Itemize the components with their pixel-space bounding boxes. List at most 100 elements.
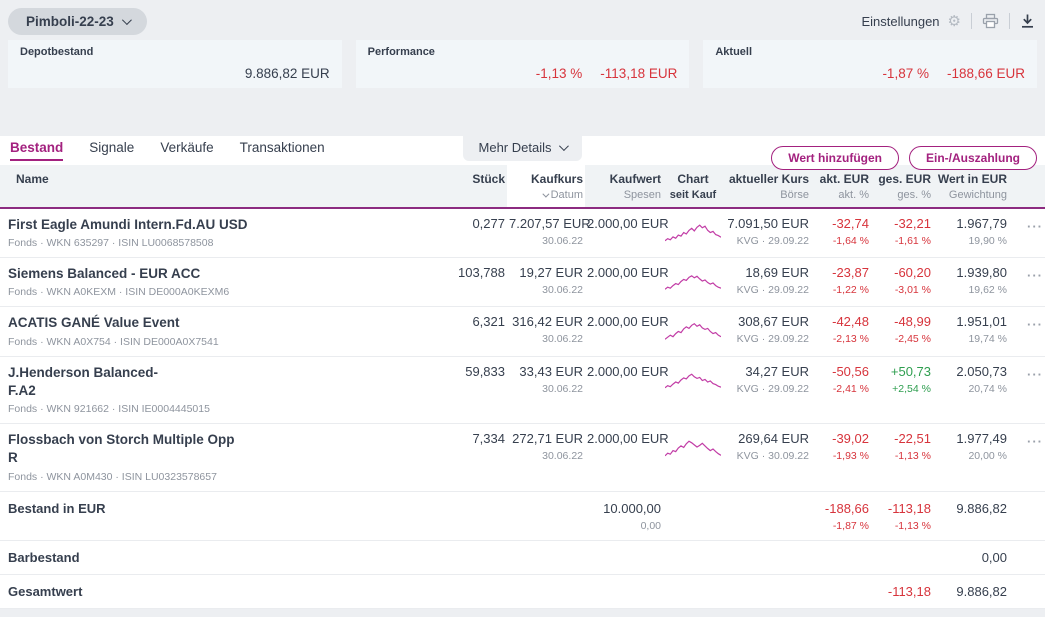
ges-pct-value: -1,13 % [873, 450, 931, 462]
column-header-ges[interactable]: ges. EUR ges. % [871, 165, 933, 207]
depot-balance-label: Depotbestand [20, 46, 330, 58]
footer-wert-sum: 9.886,82 [935, 501, 1007, 516]
download-icon [1020, 13, 1035, 29]
boerse-info: KVG · 29.09.22 [725, 284, 809, 296]
footer-row-gesamtwert: Gesamtwert -113,18 9.886,82 [0, 575, 1045, 609]
kaufwert-value: 2.000,00 EUR [587, 265, 661, 280]
column-header-stueck[interactable]: Stück [433, 165, 507, 207]
tab-bestand[interactable]: Bestand [10, 136, 63, 161]
boerse-info: KVG · 29.09.22 [725, 333, 809, 345]
akt-eur-value: -23,87 [813, 265, 869, 280]
aktuell-label: Aktuell [715, 46, 1025, 58]
summary-cards: Depotbestand 9.886,82 EUR Performance -1… [0, 40, 1045, 88]
akt-pct-value: -2,41 % [813, 383, 869, 395]
ges-eur-value: -60,20 [873, 265, 931, 280]
kaufkurs-value: 19,27 EUR [509, 265, 583, 280]
boerse-info: KVG · 29.09.22 [725, 383, 809, 395]
column-header-name[interactable]: Name [0, 165, 433, 207]
stueck-value: 59,833 [435, 364, 505, 379]
kauf-datum: 30.06.22 [509, 235, 583, 247]
stueck-value: 7,334 [435, 431, 505, 446]
footer-row-barbestand: Barbestand 0,00 [0, 541, 1045, 575]
table-row[interactable]: Siemens Balanced - EUR ACC Fonds · WKN A… [0, 258, 1045, 307]
sparkline-chart[interactable] [663, 431, 723, 482]
add-value-button[interactable]: Wert hinzufügen [771, 146, 899, 170]
akt-pct-value: -1,64 % [813, 235, 869, 247]
table-row[interactable]: First Eagle Amundi Intern.Fd.AU USD Fond… [0, 209, 1045, 258]
stueck-value: 6,321 [435, 314, 505, 329]
divider [971, 13, 972, 29]
sparkline-chart[interactable] [663, 314, 723, 347]
tab-verkaeufe[interactable]: Verkäufe [160, 136, 213, 161]
footer-row-bestand: Bestand in EUR 10.000,00 0,00 -188,66 -1… [0, 492, 1045, 541]
fund-meta: Fonds · WKN 635297 · ISIN LU0068578508 [8, 237, 431, 249]
ges-pct-value: -1,61 % [873, 235, 931, 247]
print-button[interactable] [982, 13, 999, 29]
akt-eur-value: -50,56 [813, 364, 869, 379]
akt-pct-value: -2,13 % [813, 333, 869, 345]
wert-value: 1.967,79 [935, 216, 1007, 231]
row-menu-button[interactable]: ··· [1027, 364, 1043, 381]
column-header-kurs[interactable]: aktueller Kurs Börse [723, 165, 811, 207]
table-row[interactable]: ACATIS GANÉ Value Event Fonds · WKN A0X7… [0, 307, 1045, 356]
boerse-info: KVG · 30.09.22 [725, 450, 809, 462]
row-menu-button[interactable]: ··· [1027, 431, 1043, 448]
payment-button[interactable]: Ein-/Auszahlung [909, 146, 1037, 170]
fund-name[interactable]: J.Henderson Balanced- F.A2 [8, 364, 431, 400]
kaufkurs-value: 7.207,57 EUR [509, 216, 583, 231]
footer-akt-pct-sum: -1,87 % [813, 520, 869, 532]
sparkline-chart[interactable] [663, 364, 723, 415]
ges-pct-value: -2,45 % [873, 333, 931, 345]
fund-name[interactable]: First Eagle Amundi Intern.Fd.AU USD [8, 216, 431, 234]
fund-name[interactable]: Flossbach von Storch Multiple Opp R [8, 431, 431, 467]
portfolio-selector[interactable]: Pimboli-22-23 [8, 8, 147, 35]
ges-eur-value: -32,21 [873, 216, 931, 231]
portfolio-name: Pimboli-22-23 [26, 14, 114, 29]
main-panel: Mehr Details Wert hinzufügen Ein-/Auszah… [0, 136, 1045, 609]
aktueller-kurs-value: 269,64 EUR [725, 431, 809, 446]
stueck-value: 103,788 [435, 265, 505, 280]
tab-signale[interactable]: Signale [89, 136, 134, 161]
kaufwert-value: 2.000,00 EUR [587, 364, 661, 379]
footer-ges-pct-sum: -1,13 % [873, 520, 931, 532]
akt-eur-value: -32,74 [813, 216, 869, 231]
row-menu-button[interactable]: ··· [1027, 216, 1043, 233]
download-button[interactable] [1020, 13, 1035, 29]
bottom-strip [0, 609, 1045, 617]
fund-meta: Fonds · WKN A0KEXM · ISIN DE000A0KEXM6 [8, 286, 431, 298]
row-menu-button[interactable]: ··· [1027, 265, 1043, 282]
footer-akt-eur-sum: -188,66 [813, 501, 869, 516]
ges-pct-value: +2,54 % [873, 383, 931, 395]
sparkline-chart[interactable] [663, 216, 723, 249]
column-header-wert[interactable]: Wert in EUR Gewichtung [933, 165, 1009, 207]
row-menu-button[interactable]: ··· [1027, 314, 1043, 331]
kauf-datum: 30.06.22 [509, 333, 583, 345]
fund-name[interactable]: Siemens Balanced - EUR ACC [8, 265, 431, 283]
table-row[interactable]: J.Henderson Balanced- F.A2 Fonds · WKN 9… [0, 357, 1045, 424]
akt-pct-value: -1,93 % [813, 450, 869, 462]
gesamtwert-ges-eur: -113,18 [873, 584, 931, 599]
ges-eur-value: -22,51 [873, 431, 931, 446]
fund-meta: Fonds · WKN A0M430 · ISIN LU0323578657 [8, 471, 431, 483]
table-row[interactable]: Flossbach von Storch Multiple Opp R Fond… [0, 424, 1045, 491]
boerse-info: KVG · 29.09.22 [725, 235, 809, 247]
more-details-label: Mehr Details [479, 140, 552, 155]
fund-name[interactable]: ACATIS GANÉ Value Event [8, 314, 431, 332]
column-header-kaufkurs[interactable]: Kaufkurs Datum [507, 165, 585, 207]
divider [1009, 13, 1010, 29]
column-header-kaufwert[interactable]: Kaufwert Spesen [585, 165, 663, 207]
tab-transaktionen[interactable]: Transaktionen [240, 136, 325, 161]
settings-button[interactable]: Einstellungen ⚙ [861, 14, 961, 29]
akt-eur-value: -39,02 [813, 431, 869, 446]
ges-pct-value: -3,01 % [873, 284, 931, 296]
column-header-chart[interactable]: Chart seit Kauf [663, 165, 723, 207]
gewichtung-value: 20,74 % [935, 383, 1007, 395]
more-details-button[interactable]: Mehr Details [463, 136, 583, 161]
stueck-value: 0,277 [435, 216, 505, 231]
kaufwert-value: 2.000,00 EUR [587, 314, 661, 329]
chevron-down-icon [559, 141, 569, 151]
kaufkurs-value: 272,71 EUR [509, 431, 583, 446]
chevron-down-icon [122, 15, 132, 25]
sparkline-chart[interactable] [663, 265, 723, 298]
column-header-akt[interactable]: akt. EUR akt. % [811, 165, 871, 207]
